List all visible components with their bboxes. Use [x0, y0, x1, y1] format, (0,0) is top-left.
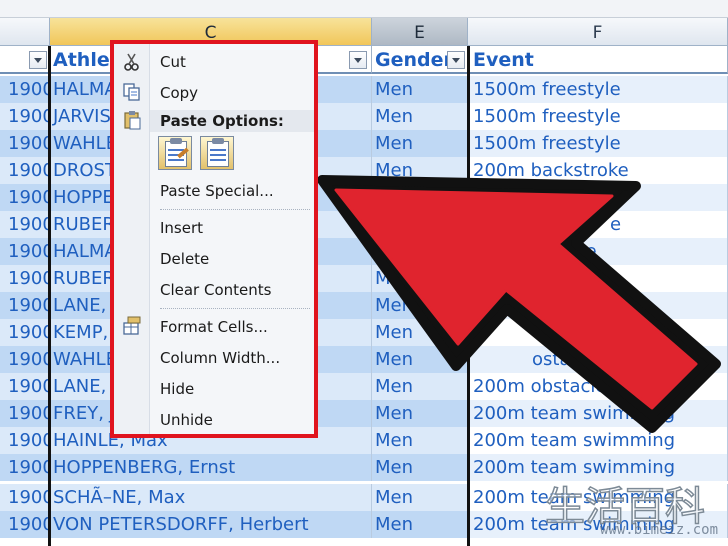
copy-icon [123, 83, 140, 101]
event-cell[interactable] [470, 292, 728, 319]
gender-cell[interactable]: Men [372, 292, 470, 319]
table-row: 1900 HOPPENBERG, Ernst Men 200m team swi… [0, 454, 728, 481]
event-cell[interactable]: yle [470, 238, 728, 265]
event-cell[interactable]: 1500m freestyle [470, 130, 728, 157]
event-cell[interactable]: 200m backstroke [470, 157, 728, 184]
paste-brush-icon[interactable] [158, 136, 192, 170]
gender-cell[interactable]: Me [372, 265, 470, 292]
gender-cell[interactable] [372, 238, 470, 265]
scissors-icon [124, 53, 139, 71]
year-cell[interactable]: 1900 [0, 454, 50, 481]
year-cell[interactable]: 1900 [0, 157, 50, 184]
year-cell[interactable]: 1900 [0, 319, 50, 346]
menu-item-paste-options: Paste Options: [160, 112, 284, 130]
menu-item-cut[interactable]: Cut [160, 51, 186, 73]
menu-separator [160, 308, 310, 309]
gender-cell[interactable]: Men [372, 130, 470, 157]
gender-cell[interactable]: Men [372, 427, 470, 454]
filter-dropdown-gender[interactable] [447, 51, 465, 69]
gender-cell[interactable]: Men [372, 157, 470, 184]
gender-cell[interactable]: Men [372, 400, 470, 427]
gender-cell[interactable]: Men [372, 484, 470, 511]
year-cell[interactable]: 1900 [0, 184, 50, 211]
gender-cell[interactable] [372, 211, 470, 238]
filter-dropdown-year[interactable] [29, 51, 47, 69]
menu-item-insert[interactable]: Insert [160, 217, 203, 239]
top-band [0, 0, 728, 18]
gender-cell[interactable]: Men [372, 103, 470, 130]
athlete-cell[interactable]: HOPPENBERG, Ernst [50, 454, 372, 481]
menu-item-column-width[interactable]: Column Width... [160, 347, 280, 369]
event-cell[interactable] [470, 265, 728, 292]
context-menu: Cut Copy Paste Options: Paste Special...… [110, 40, 318, 438]
event-cell[interactable]: ostacle eve [470, 346, 728, 373]
clipboard-icon [124, 111, 141, 130]
filter-dropdown-athlete[interactable] [349, 51, 367, 69]
athlete-cell[interactable]: VON PETERSDORFF, Herbert [50, 511, 372, 538]
gender-cell[interactable]: Men [372, 76, 470, 103]
menu-item-hide[interactable]: Hide [160, 378, 194, 400]
year-cell[interactable]: 1900 [0, 103, 50, 130]
year-cell[interactable]: 1900 [0, 130, 50, 157]
header-cell-event: Event [470, 46, 728, 74]
watermark-url: www.bimeiz.com [600, 522, 719, 538]
year-cell[interactable]: 1900 [0, 373, 50, 400]
year-cell[interactable]: 1900 [0, 484, 50, 511]
column-border-left [48, 46, 51, 546]
year-cell[interactable]: 1900 [0, 292, 50, 319]
year-cell[interactable]: 1900 [0, 346, 50, 373]
year-cell[interactable]: 1900 [0, 511, 50, 538]
menu-item-copy[interactable]: Copy [160, 82, 198, 104]
event-cell[interactable]: 200m team swimming [470, 427, 728, 454]
gender-cell[interactable]: Men [372, 454, 470, 481]
event-cell[interactable]: osta [470, 319, 728, 346]
column-header-e[interactable]: E [372, 18, 468, 46]
year-cell[interactable]: 1900 [0, 211, 50, 238]
athlete-cell[interactable]: SCHÃ–NE, Max [50, 484, 372, 511]
gender-cell[interactable]: Men [372, 373, 470, 400]
menu-item-format-cells[interactable]: Format Cells... [160, 316, 268, 338]
format-cells-icon [123, 316, 141, 335]
year-cell[interactable]: 1900 [0, 265, 50, 292]
event-cell[interactable]: 1500m freestyle [470, 76, 728, 103]
gender-cell[interactable]: Men [372, 511, 470, 538]
menu-item-clear-contents[interactable]: Clear Contents [160, 279, 271, 301]
gender-cell[interactable]: Men [372, 319, 470, 346]
menu-item-delete[interactable]: Delete [160, 248, 209, 270]
context-menu-icon-gutter [114, 44, 150, 434]
menu-item-unhide[interactable]: Unhide [160, 409, 213, 431]
column-border-right [467, 46, 470, 546]
column-header-f[interactable]: F [468, 18, 728, 46]
event-cell[interactable] [470, 184, 728, 211]
year-cell[interactable]: 1900 [0, 400, 50, 427]
paste-values-icon[interactable] [200, 136, 234, 170]
event-cell[interactable]: 1500m freestyle [470, 103, 728, 130]
event-cell[interactable]: 200m team swimming [470, 454, 728, 481]
column-header-b[interactable] [0, 18, 50, 46]
gender-cell[interactable]: Men [372, 346, 470, 373]
menu-item-paste-special[interactable]: Paste Special... [160, 180, 274, 202]
event-cell[interactable]: 200m obstacle event [470, 373, 728, 400]
event-cell[interactable]: e [470, 211, 728, 238]
gender-cell[interactable] [372, 184, 470, 211]
year-cell[interactable]: 1900 [0, 427, 50, 454]
event-cell[interactable]: 200m team swimming [470, 400, 728, 427]
year-cell[interactable]: 1900 [0, 238, 50, 265]
menu-separator [160, 209, 310, 210]
year-cell[interactable]: 1900 [0, 76, 50, 103]
